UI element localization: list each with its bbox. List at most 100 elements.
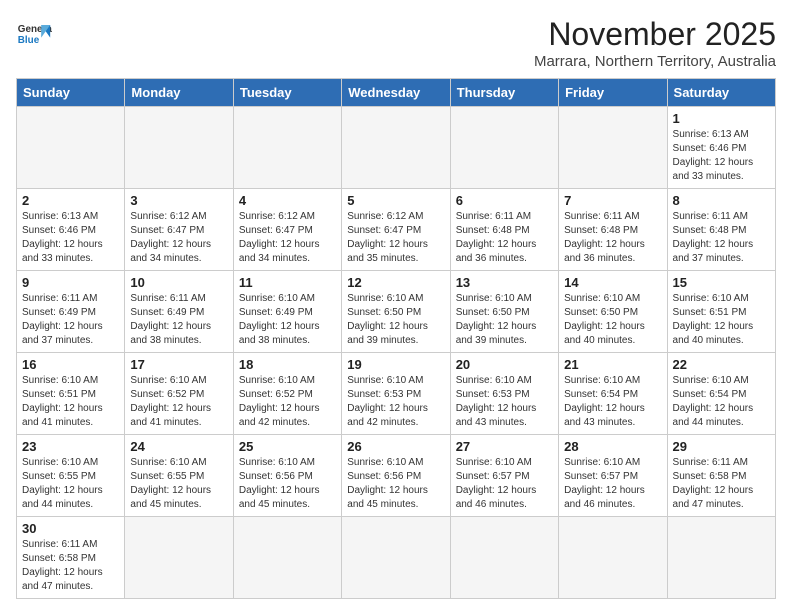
day-info: Sunrise: 6:10 AM Sunset: 6:50 PM Dayligh… (456, 292, 553, 348)
day-number: 29 (673, 439, 770, 454)
day-number: 25 (239, 439, 336, 454)
calendar-cell (125, 517, 233, 599)
day-info: Sunrise: 6:10 AM Sunset: 6:56 PM Dayligh… (239, 456, 336, 512)
day-info: Sunrise: 6:10 AM Sunset: 6:51 PM Dayligh… (673, 292, 770, 348)
day-number: 21 (564, 357, 661, 372)
day-number: 22 (673, 357, 770, 372)
day-info: Sunrise: 6:11 AM Sunset: 6:49 PM Dayligh… (22, 292, 119, 348)
location-title: Marrara, Northern Territory, Australia (534, 53, 776, 70)
day-info: Sunrise: 6:10 AM Sunset: 6:50 PM Dayligh… (564, 292, 661, 348)
day-info: Sunrise: 6:10 AM Sunset: 6:56 PM Dayligh… (347, 456, 444, 512)
day-info: Sunrise: 6:10 AM Sunset: 6:53 PM Dayligh… (456, 374, 553, 430)
calendar-cell (17, 107, 125, 189)
calendar-cell: 26 Sunrise: 6:10 AM Sunset: 6:56 PM Dayli… (342, 435, 450, 517)
day-number: 5 (347, 193, 444, 208)
day-number: 27 (456, 439, 553, 454)
day-number: 1 (673, 111, 770, 126)
day-info: Sunrise: 6:10 AM Sunset: 6:54 PM Dayligh… (673, 374, 770, 430)
day-info: Sunrise: 6:13 AM Sunset: 6:46 PM Dayligh… (673, 128, 770, 184)
month-title: November 2025 (534, 16, 776, 53)
calendar-cell: 8 Sunrise: 6:11 AM Sunset: 6:48 PM Daylig… (667, 189, 775, 271)
day-info: Sunrise: 6:12 AM Sunset: 6:47 PM Dayligh… (130, 210, 227, 266)
day-number: 24 (130, 439, 227, 454)
day-number: 26 (347, 439, 444, 454)
calendar-cell: 9 Sunrise: 6:11 AM Sunset: 6:49 PM Daylig… (17, 271, 125, 353)
calendar-cell: 28 Sunrise: 6:10 AM Sunset: 6:57 PM Dayli… (559, 435, 667, 517)
day-number: 6 (456, 193, 553, 208)
calendar-cell: 14 Sunrise: 6:10 AM Sunset: 6:50 PM Dayli… (559, 271, 667, 353)
day-info: Sunrise: 6:10 AM Sunset: 6:52 PM Dayligh… (130, 374, 227, 430)
logo: General Blue (16, 16, 52, 52)
calendar-cell: 13Sunrise: 6:10 AM Sunset: 6:50 PM Dayli… (450, 271, 558, 353)
weekday-header-thursday: Thursday (450, 79, 558, 107)
day-number: 9 (22, 275, 119, 290)
calendar-cell: 15Sunrise: 6:10 AM Sunset: 6:51 PM Dayli… (667, 271, 775, 353)
page-header: General Blue November 2025 Marrara, Nort… (16, 16, 776, 70)
day-info: Sunrise: 6:10 AM Sunset: 6:55 PM Dayligh… (130, 456, 227, 512)
calendar-table: SundayMondayTuesdayWednesdayThursdayFrid… (16, 78, 776, 599)
calendar-cell: 12Sunrise: 6:10 AM Sunset: 6:50 PM Dayli… (342, 271, 450, 353)
day-number: 23 (22, 439, 119, 454)
day-info: Sunrise: 6:10 AM Sunset: 6:55 PM Dayligh… (22, 456, 119, 512)
calendar-cell: 18Sunrise: 6:10 AM Sunset: 6:52 PM Dayli… (233, 353, 341, 435)
day-info: Sunrise: 6:11 AM Sunset: 6:49 PM Dayligh… (130, 292, 227, 348)
day-number: 19 (347, 357, 444, 372)
logo-icon: General Blue (16, 16, 52, 52)
day-number: 4 (239, 193, 336, 208)
day-number: 3 (130, 193, 227, 208)
calendar-cell (125, 107, 233, 189)
calendar-cell: 17Sunrise: 6:10 AM Sunset: 6:52 PM Dayli… (125, 353, 233, 435)
weekday-header-monday: Monday (125, 79, 233, 107)
weekday-header-sunday: Sunday (17, 79, 125, 107)
day-number: 28 (564, 439, 661, 454)
calendar-cell (559, 107, 667, 189)
day-number: 8 (673, 193, 770, 208)
day-number: 14 (564, 275, 661, 290)
weekday-header-friday: Friday (559, 79, 667, 107)
day-info: Sunrise: 6:12 AM Sunset: 6:47 PM Dayligh… (239, 210, 336, 266)
day-info: Sunrise: 6:10 AM Sunset: 6:57 PM Dayligh… (456, 456, 553, 512)
calendar-cell: 30Sunrise: 6:11 AM Sunset: 6:58 PM Dayli… (17, 517, 125, 599)
calendar-cell: 2Sunrise: 6:13 AM Sunset: 6:46 PM Daylig… (17, 189, 125, 271)
calendar-cell: 10 Sunrise: 6:11 AM Sunset: 6:49 PM Dayli… (125, 271, 233, 353)
title-area: November 2025 Marrara, Northern Territor… (534, 16, 776, 70)
calendar-cell: 1 Sunrise: 6:13 AM Sunset: 6:46 PM Daylig… (667, 107, 775, 189)
calendar-cell: 4 Sunrise: 6:12 AM Sunset: 6:47 PM Daylig… (233, 189, 341, 271)
day-info: Sunrise: 6:10 AM Sunset: 6:54 PM Dayligh… (564, 374, 661, 430)
calendar-cell (450, 517, 558, 599)
day-number: 2 (22, 193, 119, 208)
weekday-header-wednesday: Wednesday (342, 79, 450, 107)
calendar-cell (342, 107, 450, 189)
calendar-cell (233, 517, 341, 599)
day-info: Sunrise: 6:11 AM Sunset: 6:48 PM Dayligh… (673, 210, 770, 266)
calendar-cell: 22 Sunrise: 6:10 AM Sunset: 6:54 PM Dayli… (667, 353, 775, 435)
calendar-cell: 20Sunrise: 6:10 AM Sunset: 6:53 PM Dayli… (450, 353, 558, 435)
day-number: 16 (22, 357, 119, 372)
svg-text:Blue: Blue (18, 35, 40, 46)
calendar-cell: 6 Sunrise: 6:11 AM Sunset: 6:48 PM Daylig… (450, 189, 558, 271)
calendar-cell (233, 107, 341, 189)
calendar-cell: 24 Sunrise: 6:10 AM Sunset: 6:55 PM Dayli… (125, 435, 233, 517)
day-info: Sunrise: 6:10 AM Sunset: 6:49 PM Dayligh… (239, 292, 336, 348)
calendar-cell: 19 Sunrise: 6:10 AM Sunset: 6:53 PM Dayli… (342, 353, 450, 435)
day-info: Sunrise: 6:10 AM Sunset: 6:50 PM Dayligh… (347, 292, 444, 348)
day-info: Sunrise: 6:10 AM Sunset: 6:57 PM Dayligh… (564, 456, 661, 512)
day-number: 10 (130, 275, 227, 290)
calendar-cell: 5 Sunrise: 6:12 AM Sunset: 6:47 PM Daylig… (342, 189, 450, 271)
calendar-cell: 21 Sunrise: 6:10 AM Sunset: 6:54 PM Dayli… (559, 353, 667, 435)
calendar-cell: 7Sunrise: 6:11 AM Sunset: 6:48 PM Daylig… (559, 189, 667, 271)
calendar-cell: 27 Sunrise: 6:10 AM Sunset: 6:57 PM Dayli… (450, 435, 558, 517)
calendar-cell: 11Sunrise: 6:10 AM Sunset: 6:49 PM Dayli… (233, 271, 341, 353)
weekday-header-saturday: Saturday (667, 79, 775, 107)
day-info: Sunrise: 6:11 AM Sunset: 6:58 PM Dayligh… (673, 456, 770, 512)
day-info: Sunrise: 6:10 AM Sunset: 6:51 PM Dayligh… (22, 374, 119, 430)
day-info: Sunrise: 6:11 AM Sunset: 6:58 PM Dayligh… (22, 538, 119, 594)
calendar-cell (450, 107, 558, 189)
day-number: 18 (239, 357, 336, 372)
day-info: Sunrise: 6:11 AM Sunset: 6:48 PM Dayligh… (564, 210, 661, 266)
day-info: Sunrise: 6:12 AM Sunset: 6:47 PM Dayligh… (347, 210, 444, 266)
calendar-cell: 25 Sunrise: 6:10 AM Sunset: 6:56 PM Dayli… (233, 435, 341, 517)
day-info: Sunrise: 6:11 AM Sunset: 6:48 PM Dayligh… (456, 210, 553, 266)
calendar-cell (667, 517, 775, 599)
day-info: Sunrise: 6:10 AM Sunset: 6:53 PM Dayligh… (347, 374, 444, 430)
